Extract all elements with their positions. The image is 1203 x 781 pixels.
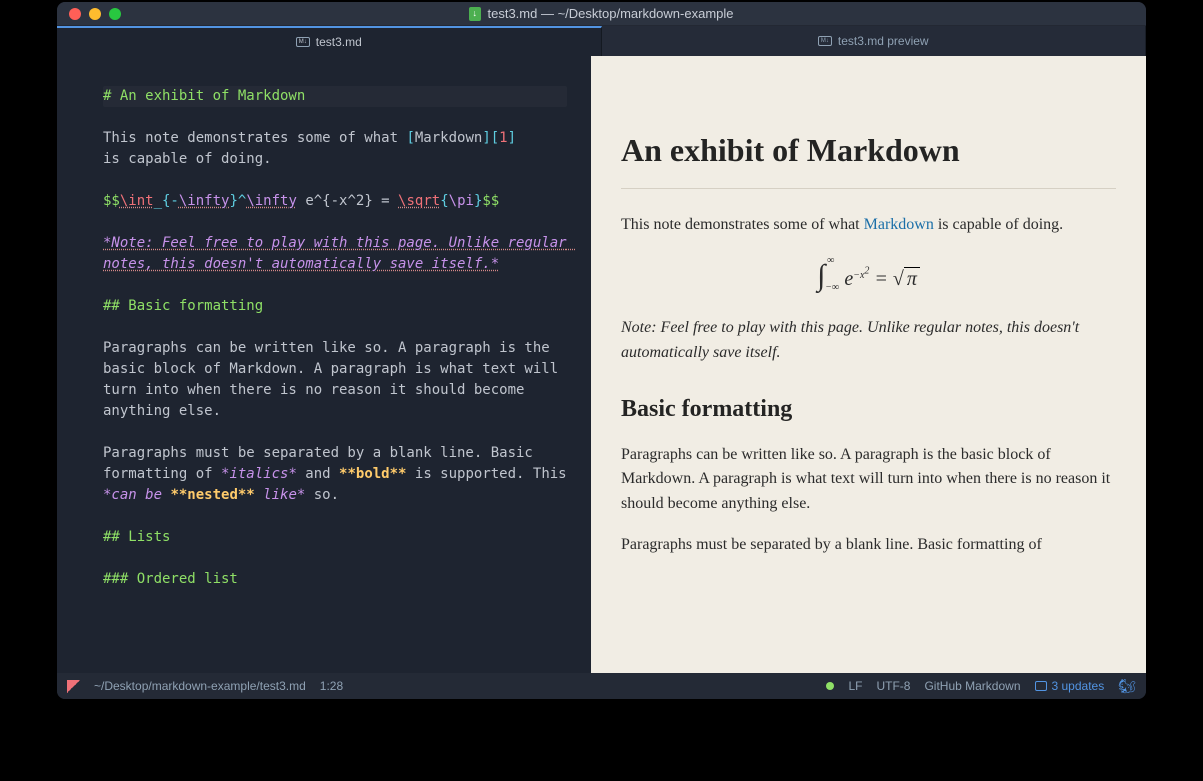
zoom-icon[interactable]	[109, 8, 121, 20]
status-path[interactable]: ~/Desktop/markdown-example/test3.md	[94, 679, 306, 693]
close-icon[interactable]	[69, 8, 81, 20]
heading-3: ### Ordered list	[103, 571, 238, 587]
status-bar: ~/Desktop/markdown-example/test3.md 1:28…	[57, 673, 1146, 699]
tab-source-label: test3.md	[316, 35, 362, 49]
preview-link[interactable]: Markdown	[864, 216, 934, 233]
tab-bar: M↓ test3.md M↓ test3.md preview	[57, 26, 1146, 56]
editor-line: Paragraphs can be written like so. A par…	[103, 338, 567, 422]
editor-line: Paragraphs must be separated by a blank …	[103, 443, 567, 506]
preview-paragraph: This note demonstrates some of what Mark…	[621, 213, 1116, 238]
heading-1: # An exhibit of Markdown	[103, 88, 305, 104]
preview-h2: Basic formatting	[621, 391, 1116, 428]
git-icon[interactable]	[67, 680, 80, 693]
status-updates[interactable]: 3 updates	[1035, 679, 1105, 693]
status-encoding[interactable]: UTF-8	[876, 679, 910, 693]
editor-line-latex: $$\int_{-\infty}^\infty e^{-x^2} = \sqrt…	[103, 191, 567, 212]
preview-paragraph: Paragraphs must be separated by a blank …	[621, 533, 1116, 558]
preview-math: ∫−∞∞ e−x2 = √π	[621, 253, 1116, 300]
markdown-icon: M↓	[296, 37, 310, 47]
status-eol[interactable]: LF	[848, 679, 862, 693]
status-grammar[interactable]: GitHub Markdown	[924, 679, 1020, 693]
status-updates-text: 3 updates	[1052, 679, 1105, 693]
tab-preview[interactable]: M↓ test3.md preview	[602, 26, 1147, 56]
heading-2: ## Basic formatting	[103, 298, 263, 314]
status-cursor[interactable]: 1:28	[320, 679, 343, 693]
minimize-icon[interactable]	[89, 8, 101, 20]
markdown-preview[interactable]: An exhibit of Markdown This note demonst…	[591, 56, 1146, 673]
tab-preview-label: test3.md preview	[838, 34, 929, 48]
preview-h1: An exhibit of Markdown	[621, 126, 1116, 189]
window-title: test3.md — ~/Desktop/markdown-example	[57, 6, 1146, 21]
source-editor[interactable]: # An exhibit of Markdown This note demon…	[57, 56, 591, 673]
editor-emphasis: *Note: Feel free to play with this page.…	[103, 235, 575, 272]
package-icon	[1035, 681, 1047, 691]
window-title-text: test3.md — ~/Desktop/markdown-example	[487, 6, 733, 21]
tab-source[interactable]: M↓ test3.md	[57, 26, 602, 56]
editor-line: is capable of doing.	[103, 149, 567, 170]
editor-line: This note demonstrates some of what [Mar…	[103, 128, 567, 149]
preview-note: Note: Feel free to play with this page. …	[621, 316, 1116, 366]
status-indicator-icon[interactable]	[826, 682, 834, 690]
split-panes: # An exhibit of Markdown This note demon…	[57, 56, 1146, 673]
heading-2: ## Lists	[103, 529, 170, 545]
markdown-icon: M↓	[818, 36, 832, 46]
file-icon	[469, 7, 481, 21]
app-window: test3.md — ~/Desktop/markdown-example M↓…	[57, 2, 1146, 699]
squirrel-icon[interactable]: 🐿	[1118, 678, 1136, 695]
titlebar[interactable]: test3.md — ~/Desktop/markdown-example	[57, 2, 1146, 26]
preview-paragraph: Paragraphs can be written like so. A par…	[621, 443, 1116, 517]
traffic-lights	[57, 8, 121, 20]
